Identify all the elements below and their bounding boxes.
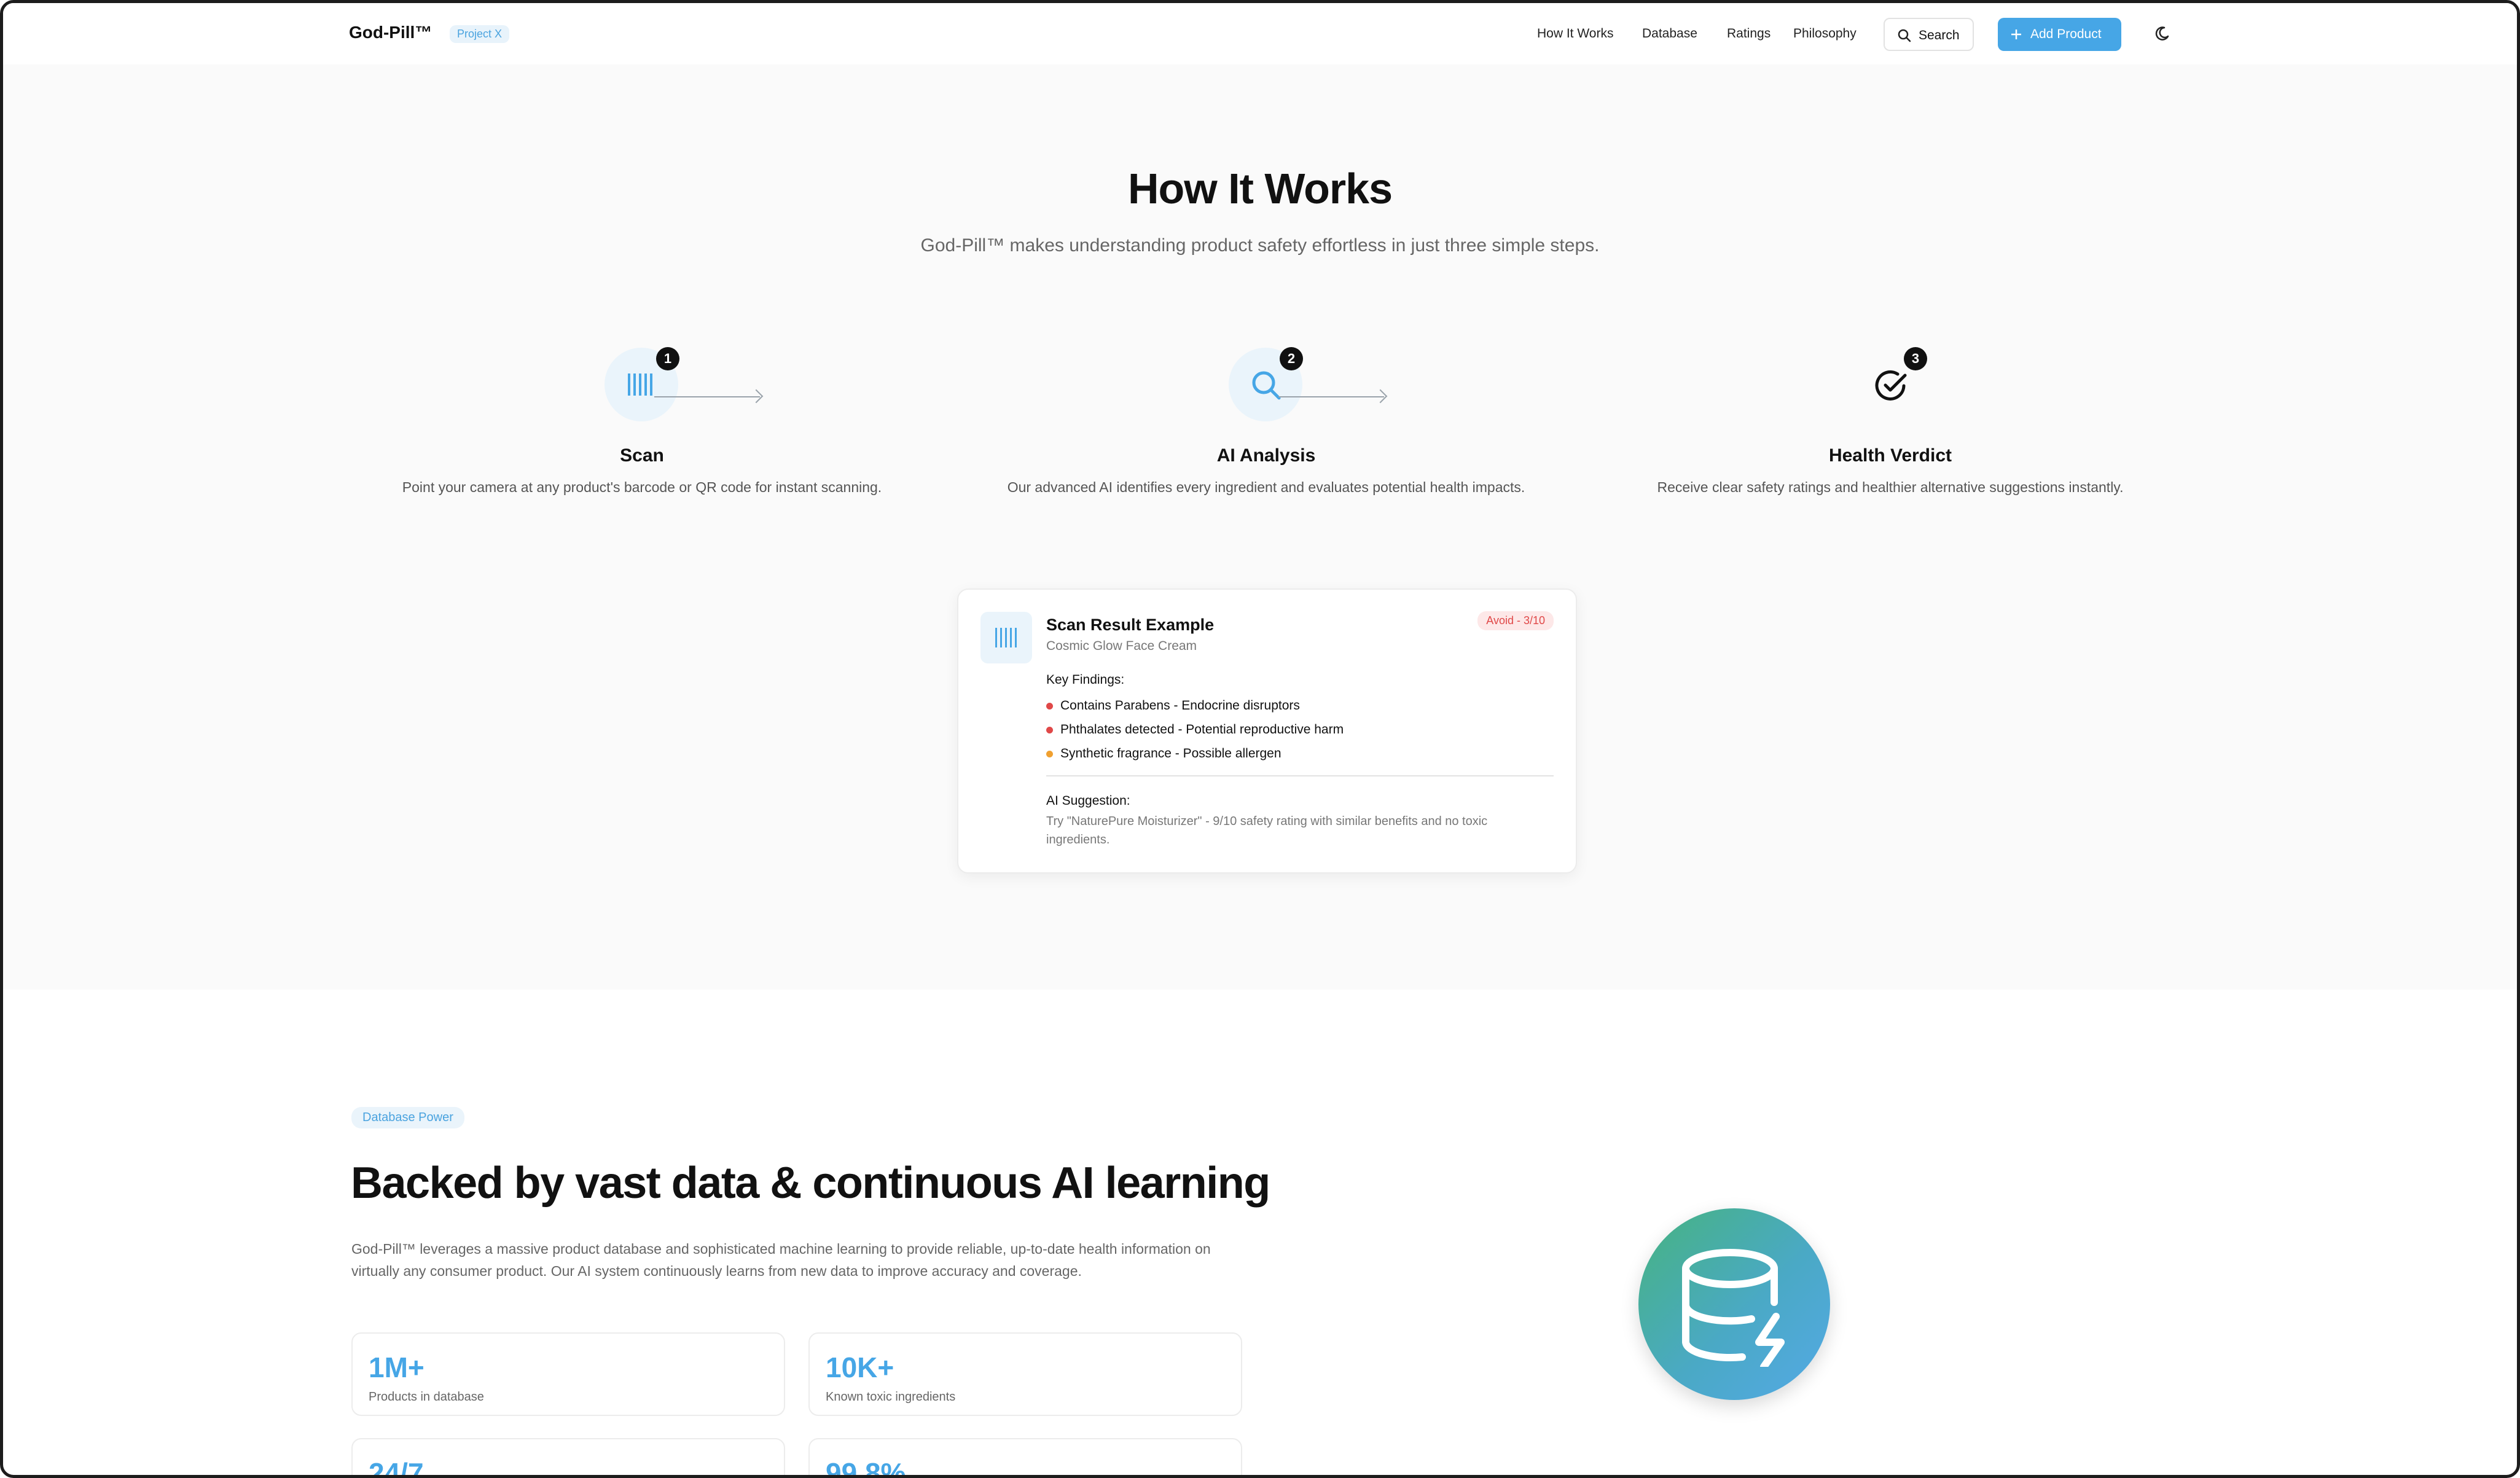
stat-value: 99.8% bbox=[826, 1457, 906, 1478]
nav-link-how-it-works[interactable]: How It Works bbox=[1537, 26, 1613, 41]
red-dot-icon bbox=[1046, 702, 1053, 710]
search-icon bbox=[1898, 29, 1911, 42]
finding-item: Contains Parabens - Endocrine disruptors bbox=[1046, 698, 1300, 713]
finding-item: Synthetic fragrance - Possible allergen bbox=[1046, 746, 1282, 761]
red-dot-icon bbox=[1046, 726, 1053, 733]
step-1-title: Scan bbox=[620, 445, 664, 466]
database-illustration bbox=[1638, 1208, 1830, 1400]
stat-value: 10K+ bbox=[826, 1351, 894, 1383]
app-window: God-Pill™ Project X How It Works Databas… bbox=[0, 0, 2520, 1478]
step-3-desc: Receive clear safety ratings and healthi… bbox=[1657, 479, 2124, 495]
stat-value: 1M+ bbox=[369, 1351, 425, 1383]
stat-card: 10K+ Known toxic ingredients bbox=[808, 1332, 1242, 1416]
orange-dot-icon bbox=[1046, 750, 1053, 757]
plus-icon bbox=[2011, 29, 2021, 39]
check-circle-icon bbox=[1875, 370, 1907, 401]
key-findings-heading: Key Findings: bbox=[1046, 673, 1125, 687]
step-1-desc: Point your camera at any product's barco… bbox=[402, 479, 882, 495]
database-badge: Database Power bbox=[351, 1107, 464, 1128]
section-title: How It Works bbox=[1127, 165, 1393, 213]
stat-label: Known toxic ingredients bbox=[826, 1390, 956, 1404]
stat-card: 24/7 bbox=[351, 1438, 785, 1478]
nav-link-philosophy[interactable]: Philosophy bbox=[1793, 26, 1857, 41]
card-product-name: Cosmic Glow Face Cream bbox=[1046, 639, 1197, 653]
database-bolt-icon bbox=[1682, 1249, 1785, 1367]
step-2-desc: Our advanced AI identifies every ingredi… bbox=[1007, 479, 1525, 495]
arrow-icon bbox=[1278, 396, 1384, 397]
step-3-number: 3 bbox=[1904, 347, 1927, 370]
stat-card: 99.8% bbox=[808, 1438, 1242, 1478]
card-title: Scan Result Example bbox=[1046, 616, 1215, 634]
logo[interactable]: God-Pill™ bbox=[349, 23, 432, 42]
nav-link-ratings[interactable]: Ratings bbox=[1727, 26, 1771, 41]
ai-suggestion-heading: AI Suggestion: bbox=[1046, 794, 1130, 808]
stat-label: Products in database bbox=[369, 1390, 484, 1404]
database-description: God-Pill™ leverages a massive product da… bbox=[351, 1241, 1211, 1279]
nav-link-database[interactable]: Database bbox=[1642, 26, 1697, 41]
top-navbar: God-Pill™ Project X How It Works Databas… bbox=[3, 3, 2517, 66]
stat-card: 1M+ Products in database bbox=[351, 1332, 785, 1416]
finding-item: Phthalates detected - Potential reproduc… bbox=[1046, 722, 1344, 737]
stat-value: 24/7 bbox=[369, 1457, 424, 1478]
step-3-title: Health Verdict bbox=[1828, 445, 1952, 466]
barcode-icon bbox=[995, 628, 1017, 647]
search-icon bbox=[1252, 371, 1281, 400]
divider bbox=[1046, 775, 1554, 776]
search-button-label: Search bbox=[1919, 28, 1960, 42]
project-badge: Project X bbox=[450, 25, 510, 43]
search-button[interactable]: Search bbox=[1884, 18, 1974, 51]
add-product-label: Add Product bbox=[2030, 27, 2102, 41]
how-it-works-section: How It Works God-Pill™ makes understandi… bbox=[3, 65, 2517, 990]
rating-badge: Avoid - 3/10 bbox=[1477, 611, 1554, 630]
barcode-icon bbox=[628, 373, 652, 396]
section-subtitle: God-Pill™ makes understanding product sa… bbox=[920, 235, 1600, 256]
step-1-number: 1 bbox=[656, 347, 679, 370]
theme-toggle-moon-icon[interactable] bbox=[2153, 25, 2170, 42]
ai-suggestion-text: Try "NaturePure Moisturizer" - 9/10 safe… bbox=[1046, 815, 1488, 847]
step-2-title: AI Analysis bbox=[1216, 445, 1316, 466]
arrow-icon bbox=[654, 396, 760, 397]
step-2-number: 2 bbox=[1280, 347, 1303, 370]
scan-result-card: Scan Result Example Cosmic Glow Face Cre… bbox=[957, 588, 1577, 874]
database-title: Backed by vast data & continuous AI lear… bbox=[351, 1159, 1270, 1208]
card-icon-box bbox=[980, 612, 1032, 663]
add-product-button[interactable]: Add Product bbox=[1998, 18, 2121, 51]
